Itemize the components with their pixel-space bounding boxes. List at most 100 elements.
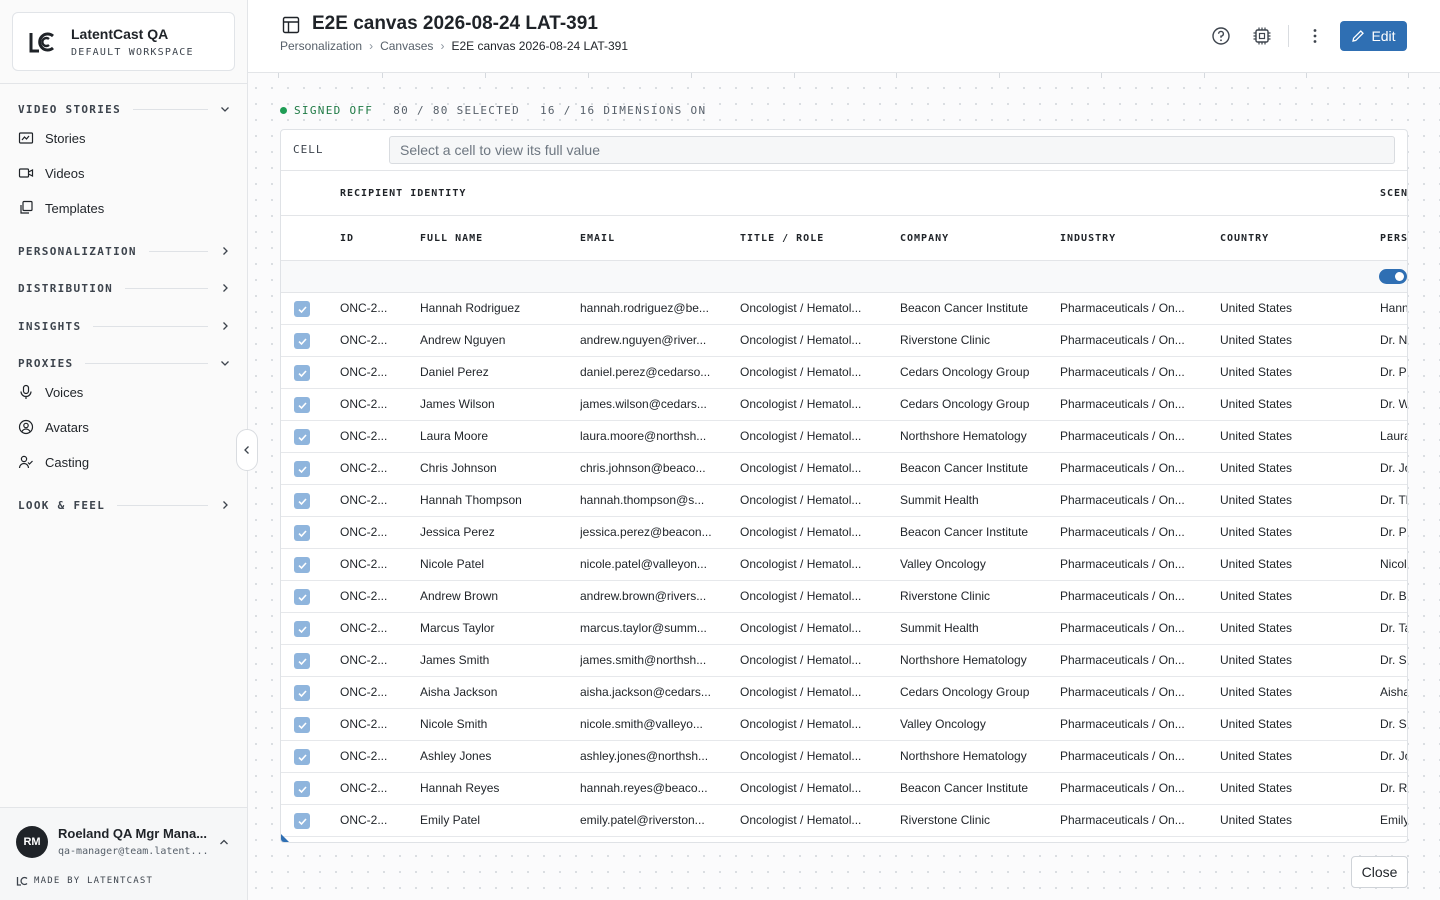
cell-email[interactable]: ashley.jones@northsh... — [580, 749, 730, 763]
cell-country[interactable]: United States — [1220, 365, 1370, 379]
dimension-toggle[interactable] — [1379, 269, 1407, 284]
sidebar-item-stories[interactable]: Stories — [18, 128, 85, 148]
cell-country[interactable]: United States — [1220, 621, 1370, 635]
cell-full-name[interactable]: Nicole Smith — [420, 717, 570, 731]
cell-company[interactable]: Riverstone Clinic — [900, 813, 1050, 827]
cell-id[interactable]: ONC-2... — [340, 717, 410, 731]
row-checkbox[interactable] — [294, 365, 310, 381]
sidebar-item-casting[interactable]: Casting — [18, 452, 89, 472]
cell-personalization[interactable]: Dr. Br — [1380, 589, 1407, 603]
cell-email[interactable]: aisha.jackson@cedars... — [580, 685, 730, 699]
section-look-and-feel[interactable]: LOOK & FEEL — [18, 497, 230, 513]
cell-title-role[interactable]: Oncologist / Hematol... — [740, 333, 890, 347]
chip-icon[interactable] — [1252, 26, 1272, 46]
table-row[interactable]: ONC-2... Chris Johnson chris.johnson@beaco… — [281, 453, 1407, 485]
cell-industry[interactable]: Pharmaceuticals / On... — [1060, 525, 1210, 539]
cell-full-name[interactable]: Laura Moore — [420, 429, 570, 443]
cell-country[interactable]: United States — [1220, 525, 1370, 539]
row-checkbox[interactable] — [294, 493, 310, 509]
cell-company[interactable]: Beacon Cancer Institute — [900, 301, 1050, 315]
cell-id[interactable]: ONC-2... — [340, 557, 410, 571]
section-distribution[interactable]: DISTRIBUTION — [18, 280, 230, 296]
cell-country[interactable]: United States — [1220, 653, 1370, 667]
cell-email[interactable]: nicole.patel@valleyon... — [580, 557, 730, 571]
cell-country[interactable]: United States — [1220, 333, 1370, 347]
cell-full-name[interactable]: Ashley Jones — [420, 749, 570, 763]
column-header-industry[interactable]: INDUSTRY — [1060, 233, 1116, 244]
cell-company[interactable]: Riverstone Clinic — [900, 333, 1050, 347]
cell-email[interactable]: hannah.thompson@s... — [580, 493, 730, 507]
column-header-title-role[interactable]: TITLE / ROLE — [740, 233, 824, 244]
cell-title-role[interactable]: Oncologist / Hematol... — [740, 717, 890, 731]
cell-personalization[interactable]: Dr. W — [1380, 397, 1407, 411]
row-checkbox[interactable] — [294, 621, 310, 637]
section-video-stories[interactable]: VIDEO STORIES — [18, 101, 230, 117]
cell-id[interactable]: ONC-2... — [340, 397, 410, 411]
row-checkbox[interactable] — [294, 781, 310, 797]
cell-personalization[interactable]: Dr. Re — [1380, 781, 1407, 795]
row-checkbox[interactable] — [294, 717, 310, 733]
cell-full-name[interactable]: Nicole Patel — [420, 557, 570, 571]
cell-full-name[interactable]: Hannah Reyes — [420, 781, 570, 795]
cell-industry[interactable]: Pharmaceuticals / On... — [1060, 717, 1210, 731]
column-header-email[interactable]: EMAIL — [580, 233, 615, 244]
cell-title-role[interactable]: Oncologist / Hematol... — [740, 813, 890, 827]
row-checkbox[interactable] — [294, 525, 310, 541]
cell-full-name[interactable]: Hannah Rodriguez — [420, 301, 570, 315]
cell-country[interactable]: United States — [1220, 301, 1370, 315]
cell-personalization[interactable]: Dr. Pe — [1380, 525, 1407, 539]
edit-button[interactable]: Edit — [1340, 21, 1407, 51]
cell-title-role[interactable]: Oncologist / Hematol... — [740, 525, 890, 539]
cell-id[interactable]: ONC-2... — [340, 365, 410, 379]
table-row[interactable]: ONC-2... Andrew Nguyen andrew.nguyen@river… — [281, 325, 1407, 357]
sidebar-item-voices[interactable]: Voices — [18, 382, 83, 402]
column-header-full-name[interactable]: FULL NAME — [420, 233, 483, 244]
cell-company[interactable]: Valley Oncology — [900, 717, 1050, 731]
cell-full-name[interactable]: Chris Johnson — [420, 461, 570, 475]
table-row[interactable]: ONC-2... Nicole Patel nicole.patel@valleyo… — [281, 549, 1407, 581]
cell-industry[interactable]: Pharmaceuticals / On... — [1060, 781, 1210, 795]
user-menu[interactable]: RM Roeland QA Mgr Mana... qa-manager@tea… — [0, 807, 247, 900]
cell-company[interactable]: Beacon Cancer Institute — [900, 461, 1050, 475]
cell-personalization[interactable]: Dr. Th — [1380, 493, 1407, 507]
cell-full-name[interactable]: Andrew Brown — [420, 589, 570, 603]
workspace-switcher[interactable]: LatentCast QA DEFAULT WORKSPACE — [12, 12, 235, 71]
row-checkbox[interactable] — [294, 557, 310, 573]
cell-industry[interactable]: Pharmaceuticals / On... — [1060, 685, 1210, 699]
sidebar-item-videos[interactable]: Videos — [18, 163, 85, 183]
cell-company[interactable]: Beacon Cancer Institute — [900, 525, 1050, 539]
cell-id[interactable]: ONC-2... — [340, 781, 410, 795]
cell-personalization[interactable]: Dr. Sr — [1380, 717, 1407, 731]
cell-industry[interactable]: Pharmaceuticals / On... — [1060, 397, 1210, 411]
cell-title-role[interactable]: Oncologist / Hematol... — [740, 429, 890, 443]
cell-country[interactable]: United States — [1220, 781, 1370, 795]
cell-full-name[interactable]: Daniel Perez — [420, 365, 570, 379]
cell-company[interactable]: Riverstone Clinic — [900, 589, 1050, 603]
cell-title-role[interactable]: Oncologist / Hematol... — [740, 493, 890, 507]
cell-company[interactable]: Cedars Oncology Group — [900, 685, 1050, 699]
table-row[interactable]: ONC-2... Jessica Perez jessica.perez@beaco… — [281, 517, 1407, 549]
cell-full-name[interactable]: Hannah Thompson — [420, 493, 570, 507]
section-personalization[interactable]: PERSONALIZATION — [18, 243, 230, 259]
sidebar-item-avatars[interactable]: Avatars — [18, 417, 89, 437]
cell-industry[interactable]: Pharmaceuticals / On... — [1060, 461, 1210, 475]
table-row[interactable]: ONC-2... Aisha Jackson aisha.jackson@cedar… — [281, 677, 1407, 709]
cell-personalization[interactable]: Dr. Sr — [1380, 653, 1407, 667]
cell-country[interactable]: United States — [1220, 461, 1370, 475]
cell-industry[interactable]: Pharmaceuticals / On... — [1060, 493, 1210, 507]
table-row[interactable]: ONC-2... Laura Moore laura.moore@northsh..… — [281, 421, 1407, 453]
table-row[interactable]: ONC-2... Ashley Jones ashley.jones@northsh… — [281, 741, 1407, 773]
cell-company[interactable]: Northshore Hematology — [900, 429, 1050, 443]
cell-country[interactable]: United States — [1220, 557, 1370, 571]
row-checkbox[interactable] — [294, 333, 310, 349]
table-row[interactable]: ONC-2... Andrew Brown andrew.brown@rivers.… — [281, 581, 1407, 613]
cell-industry[interactable]: Pharmaceuticals / On... — [1060, 749, 1210, 763]
help-icon[interactable] — [1211, 26, 1231, 46]
cell-email[interactable]: emily.patel@riverston... — [580, 813, 730, 827]
cell-personalization[interactable]: Hann — [1380, 301, 1407, 315]
cell-id[interactable]: ONC-2... — [340, 621, 410, 635]
cell-email[interactable]: andrew.brown@rivers... — [580, 589, 730, 603]
cell-full-name[interactable]: James Wilson — [420, 397, 570, 411]
cell-title-role[interactable]: Oncologist / Hematol... — [740, 397, 890, 411]
row-checkbox[interactable] — [294, 301, 310, 317]
